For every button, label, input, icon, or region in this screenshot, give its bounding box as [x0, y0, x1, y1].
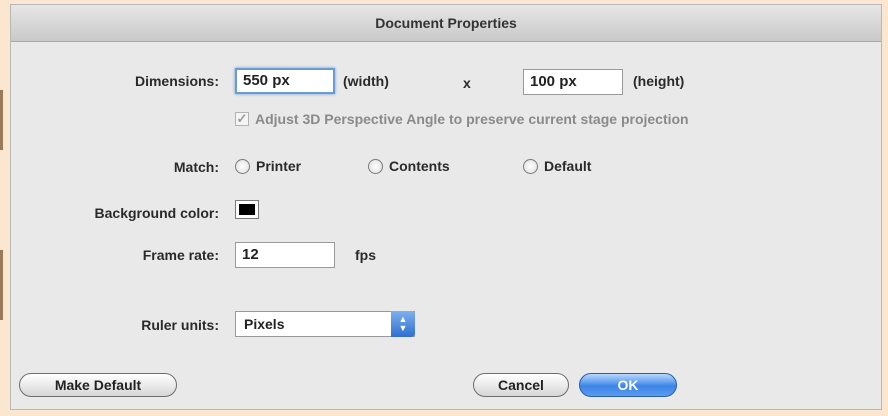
- radio-label: Printer: [256, 158, 302, 174]
- width-input[interactable]: 550 px: [235, 68, 335, 94]
- match-contents-radio[interactable]: Contents: [368, 158, 450, 174]
- adjust-3d-checkbox[interactable]: ✓ Adjust 3D Perspective Angle to preserv…: [235, 111, 689, 127]
- ok-button[interactable]: OK: [579, 373, 677, 397]
- radio-label: Contents: [389, 158, 450, 174]
- times-symbol: x: [463, 75, 471, 91]
- frame-rate-input[interactable]: 12: [235, 242, 335, 268]
- ruler-units-label: Ruler units:: [141, 317, 219, 333]
- ruler-units-value: Pixels: [244, 316, 285, 332]
- match-printer-radio[interactable]: Printer: [235, 158, 301, 174]
- radio-icon: [235, 158, 250, 174]
- fps-unit: fps: [355, 247, 376, 263]
- frame-rate-label: Frame rate:: [142, 247, 219, 263]
- radio-label: Default: [544, 158, 592, 174]
- updown-arrows-icon: ▲ ▼: [391, 311, 415, 337]
- document-properties-dialog: Document Properties Dimensions: 550 px (…: [10, 4, 882, 410]
- cancel-button[interactable]: Cancel: [473, 373, 569, 397]
- width-suffix: (width): [343, 73, 389, 89]
- edge-mark: [0, 250, 3, 320]
- radio-icon: [368, 158, 383, 174]
- height-suffix: (height): [633, 73, 685, 89]
- edge-mark: [0, 90, 3, 150]
- make-default-button[interactable]: Make Default: [19, 373, 177, 397]
- dimensions-label: Dimensions:: [134, 73, 219, 89]
- background-color-swatch[interactable]: [235, 200, 259, 219]
- height-input[interactable]: 100 px: [523, 69, 623, 95]
- radio-icon: [523, 158, 538, 174]
- checkmark-icon: ✓: [235, 111, 249, 126]
- background-color-label: Background color:: [94, 205, 219, 221]
- adjust-3d-label: Adjust 3D Perspective Angle to preserve …: [255, 111, 689, 127]
- match-label: Match:: [173, 159, 219, 175]
- match-default-radio[interactable]: Default: [523, 158, 591, 174]
- dialog-title: Document Properties: [11, 5, 881, 42]
- ruler-units-select[interactable]: Pixels ▲ ▼: [235, 311, 415, 337]
- color-fill: [239, 204, 255, 215]
